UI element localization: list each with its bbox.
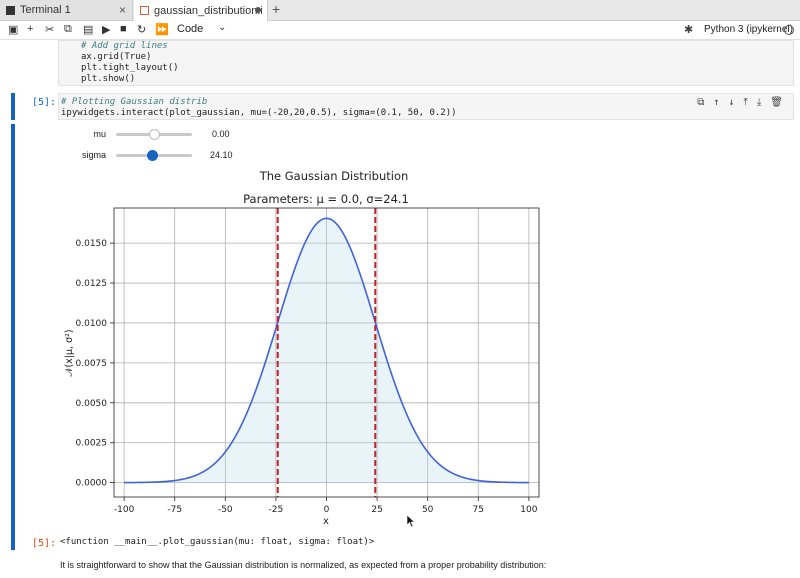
x-tick-label: 50: [422, 505, 434, 515]
kernel-name[interactable]: Python 3 (ipykernel): [704, 24, 793, 35]
y-tick-label: 0.0150: [76, 239, 108, 249]
mu-slider-label: mu: [93, 129, 106, 139]
mu-slider-value: 0.00: [212, 129, 230, 139]
x-axis-label: x: [323, 516, 329, 527]
y-axis-ticks: 0.0000 0.0025 0.0050 0.0075 0.0100 0.0125 0.01…: [76, 239, 114, 489]
restart-run-all-icon[interactable]: ⏩: [155, 23, 169, 36]
code-cell-current[interactable]: # Plotting Gaussian distrib ipywidgets.i…: [58, 93, 794, 120]
x-tick-label: 0: [324, 505, 330, 515]
x-tick-label: 75: [473, 505, 484, 515]
cut-icon[interactable]: ✂: [45, 23, 54, 36]
notebook-toolbar: ▣ + ✂ ⧉ ▤ ▶ ■ ↻ ⏩ Code ⌄ ✱ Python 3 (ipy…: [0, 21, 800, 40]
y-tick-label: 0.0000: [76, 479, 108, 489]
move-down-icon[interactable]: ↓: [728, 97, 734, 108]
code-line: ax.grid(True): [81, 52, 152, 62]
sigma-slider-handle[interactable]: [147, 150, 159, 161]
close-icon[interactable]: ×: [119, 3, 126, 17]
tab-terminal[interactable]: Terminal 1 ×: [0, 0, 133, 20]
code-cell-previous[interactable]: # Add grid lines ax.grid(True) plt.tight…: [58, 40, 794, 86]
x-tick-label: -75: [167, 505, 182, 515]
insert-cell-icon[interactable]: +: [27, 23, 33, 35]
code-comment: # Plotting Gaussian distrib: [61, 97, 208, 107]
add-tab-icon[interactable]: +: [272, 1, 280, 17]
x-tick-label: -100: [114, 505, 135, 515]
run-icon[interactable]: ▶: [102, 23, 110, 36]
mouse-cursor-icon: [406, 514, 416, 528]
y-tick-label: 0.0025: [76, 439, 108, 449]
cell-type-select[interactable]: Code: [177, 23, 203, 35]
cell-toolbar: ⧉ ↑ ↓ ⤒ ⤓ 🗑: [697, 97, 783, 108]
code-line: ipywidgets.interact(plot_gaussian, mu=(-…: [61, 108, 457, 118]
x-tick-label: 100: [520, 505, 537, 515]
code-line: plt.show(): [81, 74, 136, 84]
restart-icon[interactable]: ↻: [137, 23, 146, 36]
markdown-paragraph: It is straightforward to show that the G…: [60, 560, 547, 570]
tab-bar: Terminal 1 × gaussian_distribution.ipynb…: [0, 0, 800, 21]
x-tick-label: -25: [269, 505, 284, 515]
paste-icon[interactable]: ▤: [83, 23, 93, 36]
save-icon[interactable]: ▣: [8, 23, 18, 36]
delete-cell-icon[interactable]: 🗑: [770, 97, 783, 108]
chart-title: Parameters: μ = 0.0, σ=24.1: [243, 192, 409, 206]
y-axis-label: 𝒩(x|μ, σ²): [64, 329, 75, 376]
y-tick-label: 0.0100: [76, 319, 108, 329]
insert-below-icon[interactable]: ⤓: [757, 97, 761, 108]
tab-notebook[interactable]: gaussian_distribution.ipynb: [134, 0, 268, 21]
kernel-status-icon: [784, 25, 794, 35]
y-tick-label: 0.0075: [76, 359, 108, 369]
x-tick-label: 25: [371, 505, 382, 515]
sigma-slider-label: sigma: [81, 150, 106, 160]
code-line: # Add grid lines: [81, 41, 168, 51]
x-tick-label: -50: [218, 505, 233, 515]
output-collapse-bar[interactable]: [11, 124, 15, 550]
chart-suptitle: The Gaussian Distribution: [259, 169, 409, 183]
unsaved-dot-icon[interactable]: [255, 7, 261, 13]
insert-above-icon[interactable]: ⤒: [743, 97, 747, 108]
output-text: <function __main__.plot_gaussian(mu: flo…: [60, 537, 375, 547]
chevron-down-icon[interactable]: ⌄: [218, 22, 226, 33]
terminal-icon: [6, 5, 15, 15]
input-prompt: [5]:: [32, 97, 57, 108]
duplicate-cell-icon[interactable]: ⧉: [697, 97, 704, 108]
gaussian-chart: The Gaussian Distribution Parameters: μ …: [64, 169, 540, 527]
gaussian-figure: The Gaussian Distribution Parameters: μ …: [60, 165, 560, 533]
copy-icon[interactable]: ⧉: [64, 23, 72, 36]
y-tick-label: 0.0050: [76, 399, 108, 409]
tab-label: Terminal 1: [20, 4, 71, 16]
tab-label: gaussian_distribution.ipynb: [154, 4, 262, 17]
mu-slider-handle[interactable]: [148, 129, 160, 140]
output-prompt: [5]:: [32, 538, 57, 549]
sigma-slider-value: 24.10: [210, 150, 233, 160]
y-tick-label: 0.0125: [76, 279, 108, 289]
notebook-icon: [140, 6, 149, 15]
cell-selection-bar[interactable]: [11, 93, 15, 120]
debugger-icon[interactable]: ✱: [684, 23, 693, 36]
move-up-icon[interactable]: ↑: [713, 97, 719, 108]
x-axis-ticks: -100 -75 -50 -25 0 25 50 75 100: [114, 497, 538, 515]
stop-icon[interactable]: ■: [120, 23, 127, 35]
code-line: plt.tight_layout(): [81, 63, 179, 73]
